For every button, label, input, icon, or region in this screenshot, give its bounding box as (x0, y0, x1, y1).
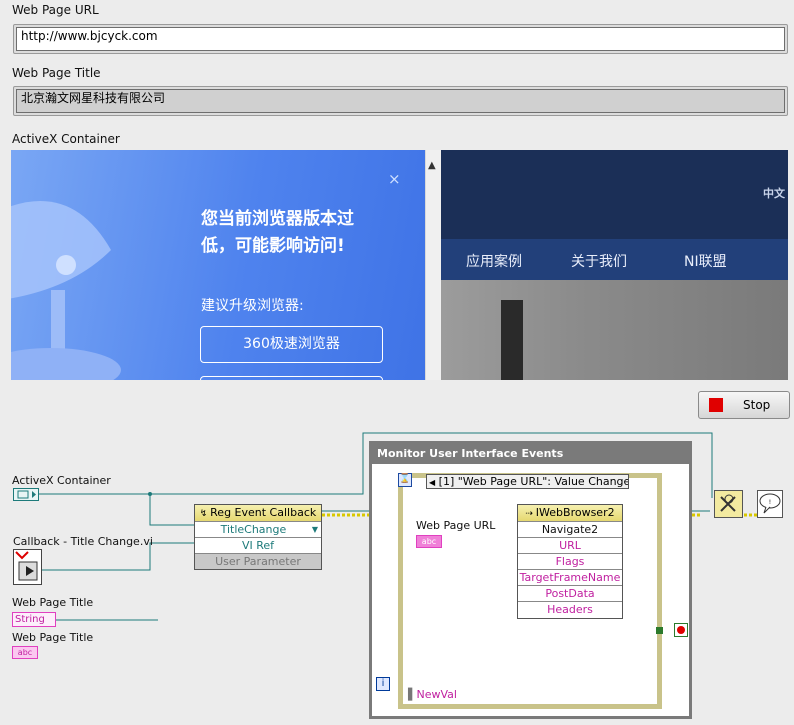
close-reference-icon[interactable] (714, 490, 743, 518)
reg-event-row-event[interactable]: TitleChange ▼ (195, 521, 321, 537)
reg-event-row-userparam[interactable]: User Parameter (195, 553, 321, 569)
stop-condition-icon[interactable] (674, 623, 688, 637)
activex-terminal[interactable] (13, 488, 39, 501)
user-param-text: User Parameter (215, 555, 301, 568)
callback-icon: ↯ (199, 509, 211, 519)
invoke-param-headers[interactable]: Headers (518, 601, 622, 617)
reg-event-header: ↯ Reg Event Callback (195, 505, 321, 522)
event-case-selector[interactable]: ◀ [1] "Web Page URL": Value Change ▶ (426, 474, 629, 489)
invoke-icon: ⇢ (525, 509, 536, 519)
invoke-node[interactable]: ⇢ IWebBrowser2 Navigate2 URL Flags Targe… (517, 504, 623, 619)
newval-node[interactable]: ▌NewVal (408, 688, 457, 701)
dropdown-icon: ▼ (311, 525, 318, 534)
url-terminal[interactable]: abc (416, 535, 442, 548)
reg-event-callback-node[interactable]: ↯ Reg Event Callback TitleChange ▼ VI Re… (194, 504, 322, 570)
reg-event-header-text: Reg Event Callback (210, 506, 317, 519)
invoke-method[interactable]: Navigate2 (518, 521, 622, 537)
event-timeout-icon: ⌛ (398, 473, 412, 487)
invoke-class: IWebBrowser2 (535, 506, 615, 519)
newval-label: NewVal (416, 688, 457, 701)
diagram-title-label-1: Web Page Title (12, 596, 94, 609)
callback-vi-reference[interactable] (13, 549, 42, 585)
diagram-title-label-2: Web Page Title (12, 631, 94, 644)
close-reference-glyph (720, 494, 736, 512)
title-string-terminal[interactable]: String (12, 612, 56, 627)
invoke-param-target[interactable]: TargetFrameName (518, 569, 622, 585)
title-indicator-terminal[interactable]: abc (12, 646, 38, 659)
diagram-activex-label: ActiveX Container (12, 474, 111, 487)
invoke-param-postdata[interactable]: PostData (518, 585, 622, 601)
activex-refnum-icon (17, 490, 36, 499)
invoke-header: ⇢ IWebBrowser2 (518, 505, 622, 522)
event-case-label: [1] "Web Page URL": Value Change (438, 475, 629, 488)
svg-text:!: ! (769, 499, 771, 506)
while-loop-title: Monitor User Interface Events (372, 444, 689, 464)
error-handler-icon[interactable]: ! (757, 490, 783, 518)
invoke-param-flags[interactable]: Flags (518, 553, 622, 569)
reg-event-row-viref[interactable]: VI Ref (195, 537, 321, 553)
vi-reference-icon (15, 551, 38, 581)
url-terminal-text: abc (421, 537, 437, 546)
stop-tunnel (656, 627, 663, 634)
vi-ref-text: VI Ref (241, 539, 275, 552)
callback-label: Callback - Title Change.vi (13, 535, 153, 548)
diagram-url-label: Web Page URL (416, 519, 496, 532)
error-handler-glyph: ! (759, 493, 781, 514)
abc-terminal-text: abc (17, 648, 33, 657)
string-terminal-text: String (15, 614, 45, 625)
prev-case-icon[interactable]: ◀ (429, 478, 435, 487)
invoke-param-url[interactable]: URL (518, 537, 622, 553)
event-name: TitleChange (220, 523, 287, 536)
iteration-terminal[interactable]: i (376, 677, 390, 691)
